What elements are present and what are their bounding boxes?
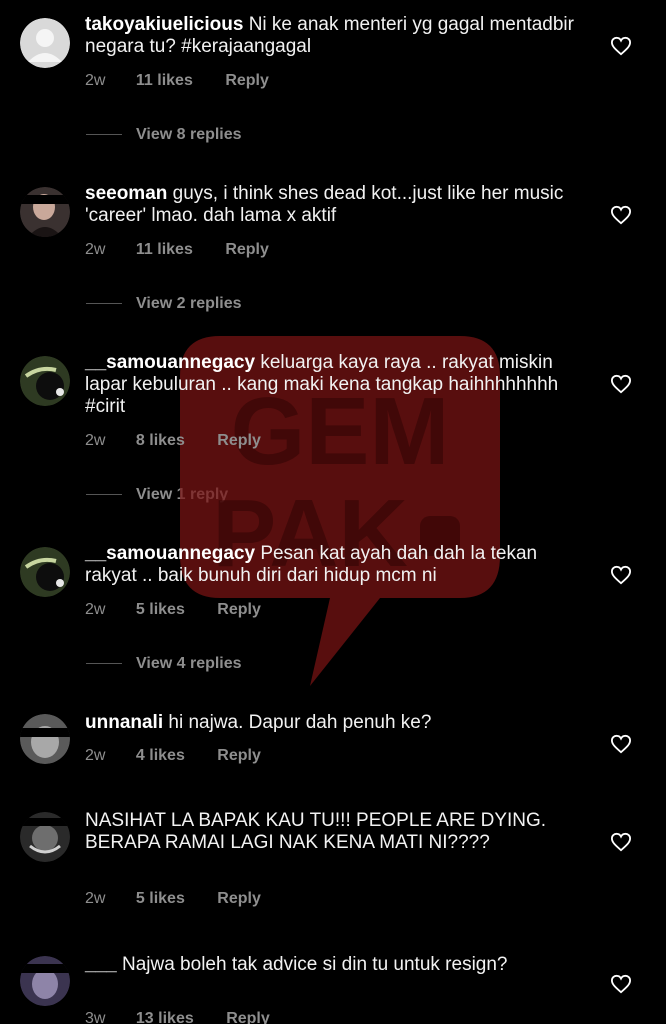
comment-username[interactable]: __samouannegacy [85, 352, 255, 373]
comment-time: 2w [85, 72, 106, 89]
comment-time: 2w [85, 432, 106, 449]
comment-meta: 2w 5 likes Reply [85, 890, 289, 908]
reply-button[interactable]: Reply [226, 1010, 270, 1024]
avatar[interactable] [20, 714, 70, 764]
comments-screen: GEM PAK takoyakiuelicious Ni ke anak men… [0, 0, 666, 1024]
view-replies-label: View 1 reply [136, 486, 229, 503]
comment-likes[interactable]: 5 likes [136, 601, 185, 618]
avatar-photo [20, 956, 70, 1006]
comment-time: 2w [85, 747, 106, 764]
comment-meta: 2w 11 likes Reply [85, 241, 297, 259]
reply-button[interactable]: Reply [217, 601, 261, 618]
view-replies-label: View 2 replies [136, 295, 242, 312]
avatar[interactable] [20, 547, 70, 597]
reply-button[interactable]: Reply [225, 72, 269, 89]
comment-text-block: seeoman guys, i think shes dead kot...ju… [85, 183, 590, 227]
comment-username[interactable]: __samouannegacy [85, 543, 255, 564]
heart-outline-icon[interactable] [610, 205, 632, 225]
heart-outline-icon[interactable] [610, 734, 632, 754]
view-replies-button[interactable]: View 4 replies [86, 655, 242, 677]
comment-time: 2w [85, 890, 106, 907]
default-avatar-icon [20, 18, 70, 68]
avatar-photo [20, 356, 70, 406]
replies-divider [86, 134, 122, 136]
heart-outline-icon[interactable] [610, 565, 632, 585]
comment-likes[interactable]: 13 likes [136, 1010, 194, 1024]
reply-button[interactable]: Reply [225, 241, 269, 258]
comment-text-block: NASIHAT LA BAPAK KAU TU!!! PEOPLE ARE DY… [85, 810, 590, 854]
replies-divider [86, 494, 122, 496]
heart-outline-icon[interactable] [610, 974, 632, 994]
comment-text-block: __samouannegacy keluarga kaya raya .. ra… [85, 352, 590, 418]
comment-username[interactable]: unnanali [85, 712, 163, 733]
replies-divider [86, 663, 122, 665]
comment-meta: 2w 8 likes Reply [85, 432, 289, 450]
comment-text-block: __samouannegacy Pesan kat ayah dah dah l… [85, 543, 590, 587]
comment-likes[interactable]: 8 likes [136, 432, 185, 449]
replies-divider [86, 303, 122, 305]
avatar-photo [20, 812, 70, 862]
reply-button[interactable]: Reply [217, 890, 261, 907]
comment-likes[interactable]: 5 likes [136, 890, 185, 907]
avatar-photo [20, 187, 70, 237]
reply-button[interactable]: Reply [217, 432, 261, 449]
comment-meta: 3w 13 likes Reply [85, 1010, 298, 1024]
heart-outline-icon[interactable] [610, 832, 632, 852]
comment-time: 3w [85, 1010, 106, 1024]
comment-text-block: ___ Najwa boleh tak advice si din tu unt… [85, 954, 590, 976]
view-replies-button[interactable]: View 8 replies [86, 126, 242, 148]
avatar[interactable] [20, 812, 70, 862]
view-replies-label: View 8 replies [136, 126, 242, 143]
comment-likes[interactable]: 11 likes [136, 72, 193, 89]
comment-time: 2w [85, 241, 106, 258]
comment-text: NASIHAT LA BAPAK KAU TU!!! PEOPLE ARE DY… [85, 810, 547, 853]
comment-username[interactable]: seeoman [85, 183, 167, 204]
view-replies-button[interactable]: View 1 reply [86, 486, 228, 508]
view-replies-label: View 4 replies [136, 655, 242, 672]
comment-text: hi najwa. Dapur dah penuh ke? [168, 712, 432, 733]
heart-outline-icon[interactable] [610, 36, 632, 56]
comment-text-block: takoyakiuelicious Ni ke anak menteri yg … [85, 14, 590, 58]
comment-text: Najwa boleh tak advice si din tu untuk r… [121, 954, 508, 975]
avatar[interactable] [20, 18, 70, 68]
comment-meta: 2w 11 likes Reply [85, 72, 297, 90]
avatar-photo [20, 547, 70, 597]
comment-meta: 2w 4 likes Reply [85, 747, 289, 765]
comment-likes[interactable]: 4 likes [136, 747, 185, 764]
reply-button[interactable]: Reply [217, 747, 261, 764]
avatar-photo [20, 714, 70, 764]
avatar[interactable] [20, 187, 70, 237]
avatar[interactable] [20, 956, 70, 1006]
comment-likes[interactable]: 11 likes [136, 241, 193, 258]
comment-text-block: unnanali hi najwa. Dapur dah penuh ke? [85, 712, 590, 734]
comment-username[interactable]: ___ [85, 954, 117, 975]
heart-outline-icon[interactable] [610, 374, 632, 394]
view-replies-button[interactable]: View 2 replies [86, 295, 242, 317]
comment-username[interactable]: takoyakiuelicious [85, 14, 243, 35]
comment-meta: 2w 5 likes Reply [85, 601, 289, 619]
comment-time: 2w [85, 601, 106, 618]
avatar[interactable] [20, 356, 70, 406]
